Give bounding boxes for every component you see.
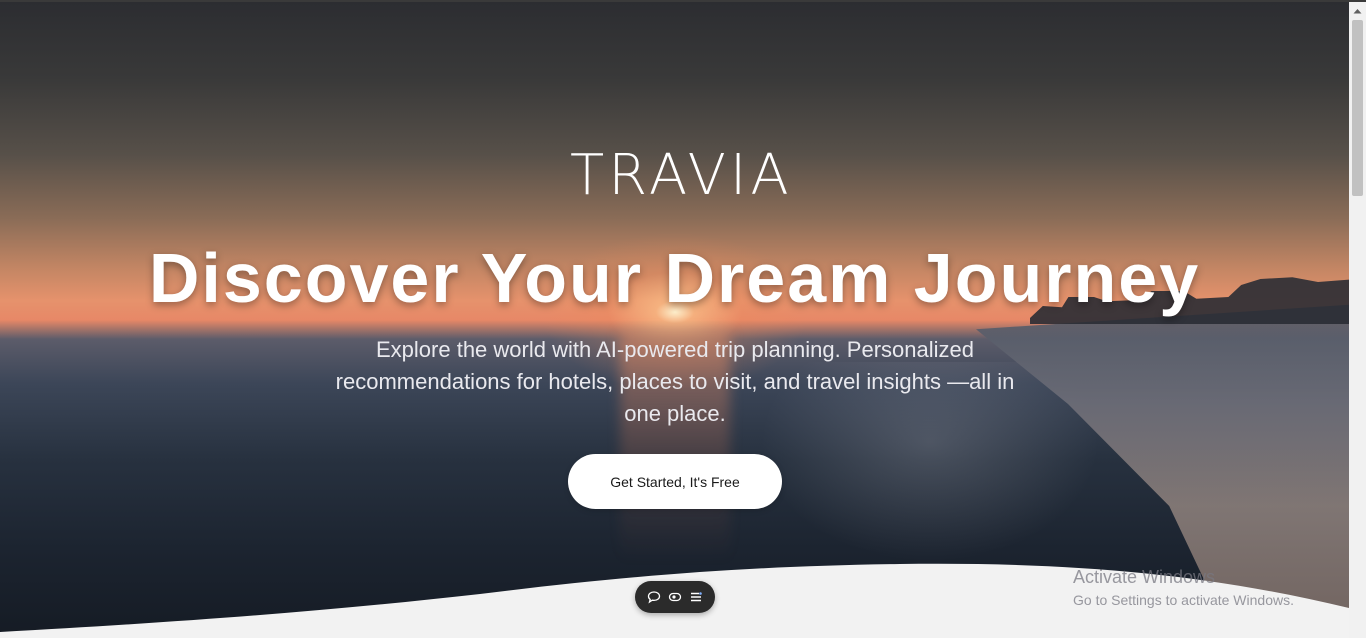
windows-activation-watermark: Activate Windows Go to Settings to activ… — [1073, 566, 1333, 610]
vertical-scrollbar[interactable] — [1349, 2, 1366, 638]
brand-logo: TRAVIA — [570, 143, 793, 208]
watermark-title: Activate Windows — [1073, 567, 1216, 587]
scroll-up-arrow-icon[interactable] — [1349, 2, 1366, 19]
hero-subtitle: Explore the world with AI-powered trip p… — [335, 337, 1015, 426]
eye-icon[interactable] — [666, 588, 684, 606]
hero-section: TRAVIA Discover Your Dream Journey Explo… — [0, 2, 1349, 638]
watermark-subtitle: Go to Settings to activate Windows. — [1073, 592, 1294, 608]
floating-toolbar — [635, 581, 715, 613]
chat-bubble-icon[interactable] — [645, 588, 663, 606]
window-top-border — [0, 0, 1366, 2]
hero-headline: Discover Your Dream Journey — [148, 239, 1201, 317]
get-started-button[interactable]: Get Started, It's Free — [568, 454, 782, 509]
scrollbar-thumb[interactable] — [1352, 20, 1363, 196]
list-settings-icon[interactable] — [687, 588, 705, 606]
